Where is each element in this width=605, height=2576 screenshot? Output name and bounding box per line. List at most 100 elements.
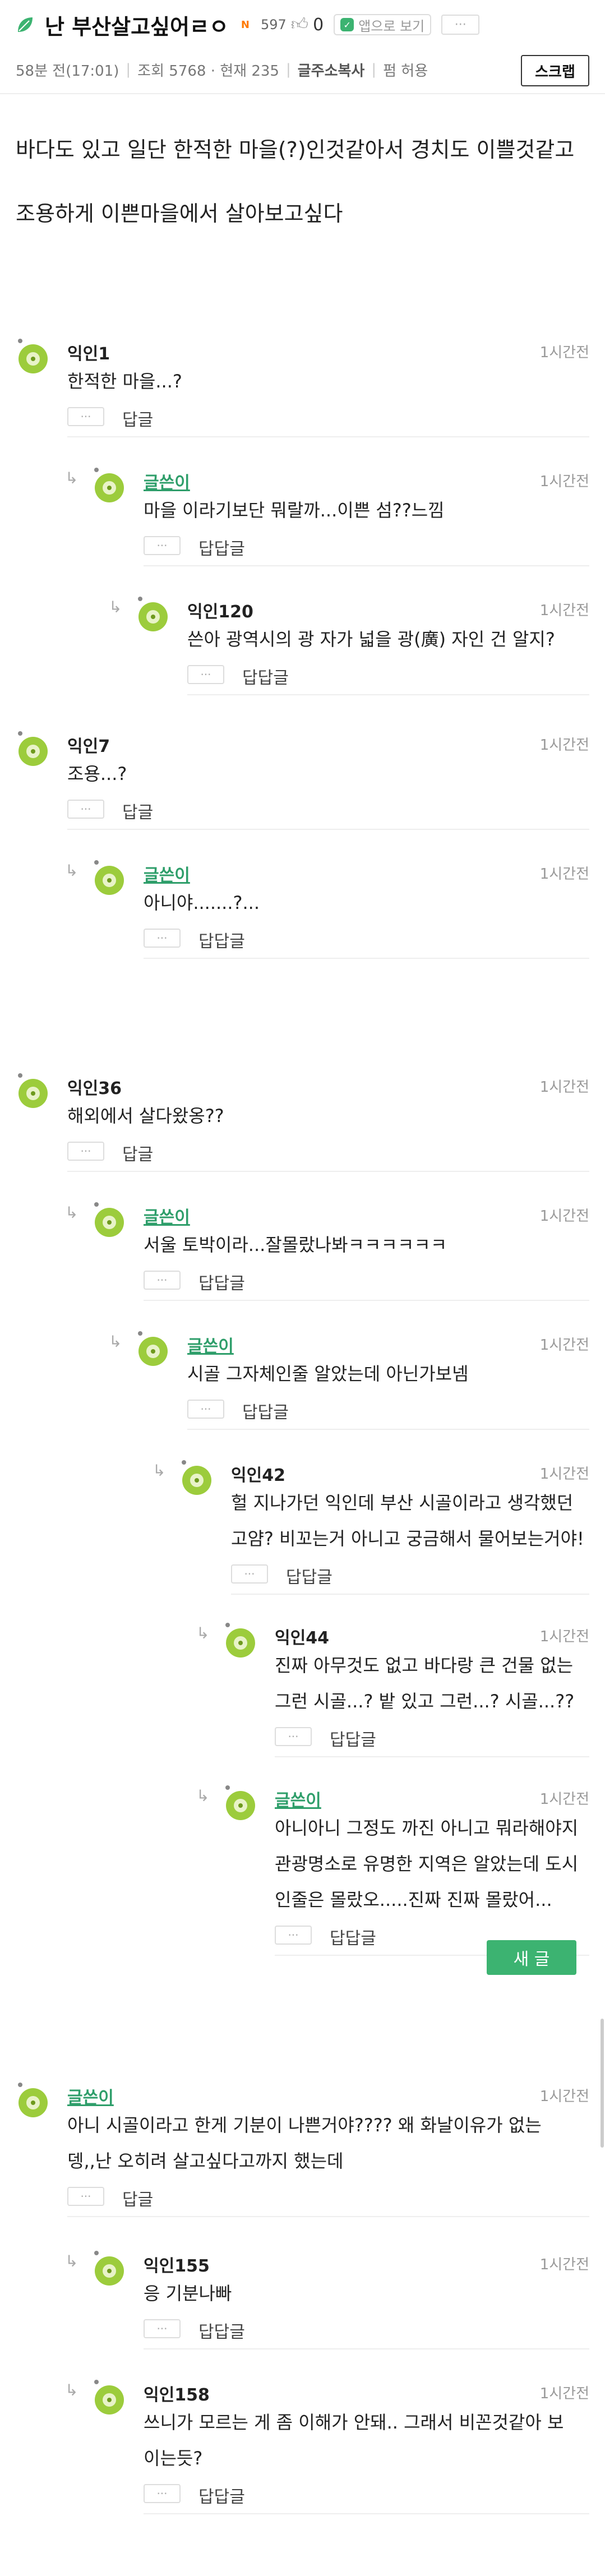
reply-button[interactable]: 답글 (122, 2186, 153, 2210)
reply-button[interactable]: 답답글 (198, 2483, 245, 2508)
reply-button[interactable]: 답답글 (198, 2318, 245, 2343)
reply-button[interactable]: 답답글 (198, 1269, 245, 1294)
comment-time: 1시간전 (539, 1337, 589, 1354)
scrollbar[interactable] (601, 2019, 604, 2148)
comment-author[interactable]: 익인120 (187, 598, 253, 622)
comment: ↳ 글쓴이 1시간전 시골 그자체인줄 알았는데 아닌가보넴 ··· 답답글 (103, 1329, 589, 1441)
comment-more-button[interactable]: ··· (67, 800, 104, 819)
comment-text: 이는듯? (144, 2448, 203, 2469)
comment-divider (144, 2348, 589, 2349)
reply-arrow-icon: ↳ (65, 2252, 78, 2270)
avatar (18, 731, 48, 766)
thumb-up-icon[interactable]: 👍︎ (291, 15, 308, 35)
comment-author[interactable]: 익인1 (67, 340, 110, 364)
reply-button[interactable]: 답답글 (242, 1398, 289, 1423)
comment-time: 1시간전 (539, 602, 589, 619)
new-post-button[interactable]: 새 글 (487, 1940, 576, 1975)
comment-more-button[interactable]: ··· (144, 929, 181, 948)
comment-author[interactable]: 글쓴이 (67, 2084, 114, 2108)
comment-divider (275, 1756, 589, 1757)
comment-text: 고얌? 비꼬는거 아니고 궁금해서 물어보는거야! (231, 1528, 584, 1549)
comment-more-button[interactable]: ··· (144, 2484, 181, 2503)
comment: ↳ 익인158 1시간전 쓰니가 모르는 게 좀 이해가 안돼.. 그래서 비꼰것같아… (59, 2378, 589, 2514)
header-divider (0, 93, 605, 94)
comment-text: 그런 시골...? 밭 있고 그런...? 시골...?? (275, 1691, 575, 1712)
comment-more-button[interactable]: ··· (67, 407, 104, 426)
comment-more-button[interactable]: ··· (187, 1400, 224, 1419)
comment-time: 1시간전 (539, 1208, 589, 1225)
comment-more-button[interactable]: ··· (231, 1564, 268, 1584)
comment-author[interactable]: 익인42 (231, 1461, 285, 1486)
comment-author[interactable]: 글쓴이 (144, 861, 190, 886)
comment-text: 쓴아 광역시의 광 자가 넓을 광(廣) 자인 건 알지? (187, 629, 555, 650)
reply-arrow-icon: ↳ (109, 598, 122, 616)
avatar (18, 339, 48, 373)
pen-allowed: 펌 허용 (383, 62, 428, 80)
comment-time: 1시간전 (539, 1079, 589, 1096)
comment-more-button[interactable]: ··· (67, 1142, 104, 1161)
comment: 익인36 1시간전 해외에서 살다왔옹?? ··· 답글 (16, 1071, 589, 1183)
comment-more-button[interactable]: ··· (67, 2187, 104, 2206)
comment-author[interactable]: 익인44 (275, 1624, 329, 1649)
comment-more-button[interactable]: ··· (144, 536, 181, 555)
comment-author[interactable]: 글쓴이 (187, 1332, 234, 1357)
comment-text: 아니 시골이라고 한게 기분이 나쁜거야???? 왜 화날이유가 없는 (67, 2115, 542, 2136)
posted-time: 58분 전(17:01) (16, 62, 119, 80)
reply-arrow-icon: ↳ (153, 1461, 166, 1480)
reply-button[interactable]: 답답글 (198, 535, 245, 560)
comment-author[interactable]: 익인36 (67, 1074, 122, 1099)
comment-text: 뎅,,난 오히려 살고싶다고까지 했는데 (67, 2150, 344, 2172)
comment-divider (144, 565, 589, 566)
comment-divider (67, 1171, 589, 1172)
reply-button[interactable]: 답답글 (242, 664, 289, 689)
comment-time: 1시간전 (539, 866, 589, 883)
comment: ↳ 익인120 1시간전쓴아 광역시의 광 자가 넓을 광(廣) 자인 건 알지? ·… (103, 594, 589, 707)
comment-author[interactable]: 익인7 (67, 732, 110, 757)
comment-more-button[interactable]: ··· (144, 2319, 181, 2338)
copy-url-link[interactable]: 글주소복사 (298, 59, 365, 80)
comment-divider (187, 694, 589, 695)
comment-divider (144, 2513, 589, 2514)
reply-button[interactable]: 답글 (122, 406, 153, 431)
comment-author[interactable]: 글쓴이 (144, 469, 190, 493)
reply-button[interactable]: 답답글 (198, 927, 245, 952)
app-icon: ✓ (340, 18, 354, 31)
reply-button[interactable]: 답답글 (330, 1726, 376, 1751)
new-badge: N (241, 19, 250, 31)
comment-more-button[interactable]: ··· (275, 1926, 312, 1945)
views: 조회 5768 · 현재 235 (137, 62, 279, 80)
post-content-line: 바다도 있고 일단 한적한 마을(?)인것같아서 경치도 이쁠것같고 (16, 137, 575, 162)
avatar (94, 2251, 124, 2286)
comment-text: 아니아니 그정도 까진 아니고 뭐라해야지 (275, 1817, 579, 1839)
reply-button[interactable]: 답답글 (286, 1563, 332, 1588)
comment-author[interactable]: 익인155 (144, 2252, 210, 2277)
avatar (18, 2083, 48, 2117)
avatar (182, 1460, 211, 1495)
comment-time: 1시간전 (539, 473, 589, 490)
comment-author[interactable]: 익인158 (144, 2381, 210, 2406)
comment-time: 1시간전 (539, 2385, 589, 2402)
comment-more-button[interactable]: ··· (275, 1727, 312, 1746)
avatar (94, 860, 124, 895)
comment-author[interactable]: 글쓴이 (275, 1786, 321, 1811)
comment-time: 1시간전 (539, 2088, 589, 2105)
app-view-button[interactable]: ✓ 앱으로 보기 (334, 14, 432, 35)
comment-time: 1시간전 (539, 2256, 589, 2273)
comment-more-button[interactable]: ··· (187, 665, 224, 684)
title-row: 난 부산살고싶어ㄹㅇ N 597 👍︎ 0 ✓ 앱으로 보기 ··· (16, 8, 480, 41)
comment-text: 시골 그자체인줄 알았는데 아닌가보넴 (187, 1363, 469, 1384)
comment-more-button[interactable]: ··· (144, 1271, 181, 1290)
avatar (94, 1202, 124, 1237)
avatar (225, 1623, 255, 1658)
comment-author[interactable]: 글쓴이 (144, 1203, 190, 1228)
scrap-button[interactable]: 스크랩 (521, 55, 589, 86)
comment-divider (144, 958, 589, 959)
comment: ↳ 글쓴이 1시간전 아니아니 그정도 까진 아니고 뭐라해야지 관광명소로 유명한 지… (191, 1783, 589, 1956)
more-button[interactable]: ··· (441, 15, 480, 35)
reply-button[interactable]: 답글 (122, 1141, 153, 1165)
likes-group[interactable]: 597 👍︎ 0 (261, 15, 324, 35)
reply-button[interactable]: 답글 (122, 798, 153, 823)
comment-text: 헐 지나가던 익인데 부산 시골이라고 생각했던 (231, 1492, 574, 1513)
comment-divider (144, 1300, 589, 1301)
reply-button[interactable]: 답답글 (330, 1924, 376, 1949)
